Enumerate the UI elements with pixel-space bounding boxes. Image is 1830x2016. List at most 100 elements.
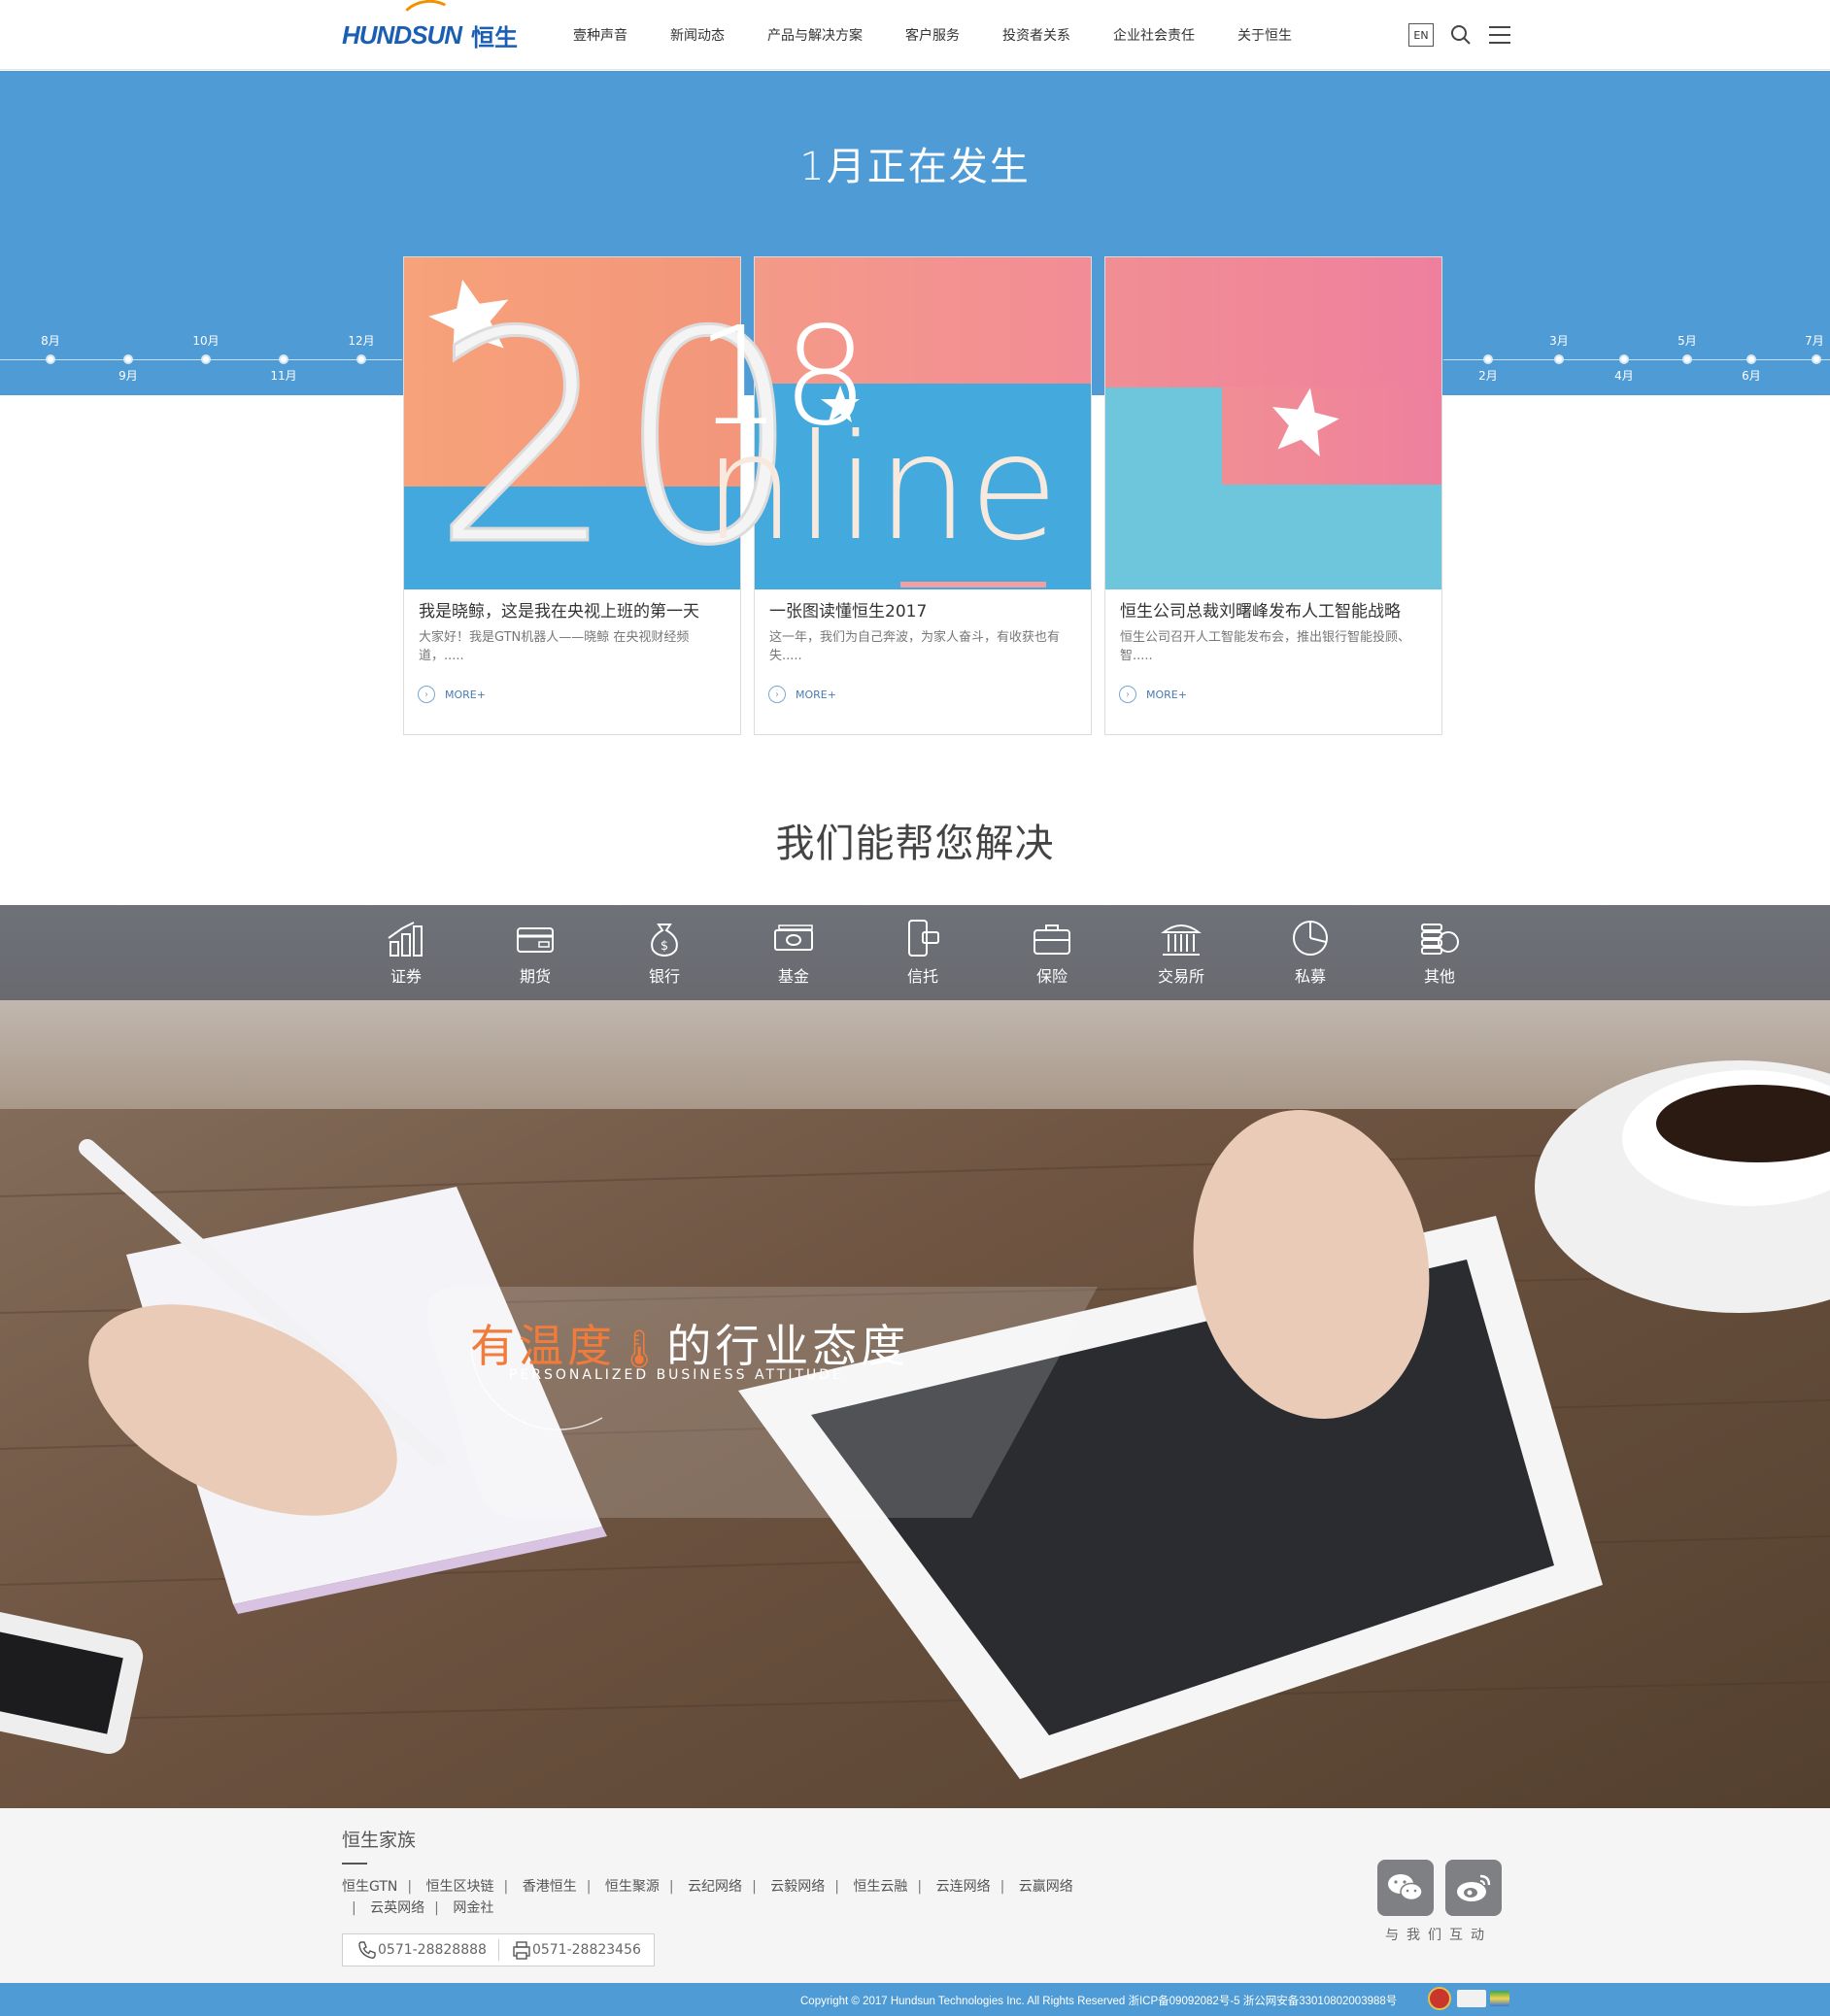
timeline-label[interactable]: 8月 xyxy=(31,332,70,349)
wechat-icon[interactable] xyxy=(1377,1860,1434,1916)
timeline-dot[interactable] xyxy=(123,354,133,364)
site-header: HUNDSUN 恒生 壹种声音 新闻动态 产品与解决方案 客户服务 投资者关系 … xyxy=(0,0,1830,70)
timeline-dot[interactable] xyxy=(1483,354,1493,364)
weibo-icon[interactable] xyxy=(1445,1860,1502,1916)
chevron-right-icon: › xyxy=(1119,686,1136,703)
timeline-dot[interactable] xyxy=(1554,354,1564,364)
family-link[interactable]: 恒生GTN xyxy=(342,1879,397,1895)
family-link[interactable]: 云赢网络 xyxy=(1019,1879,1073,1895)
family-link[interactable]: 恒生区块链 xyxy=(426,1879,494,1895)
news-card-desc: 大家好！我是GTN机器人——晓鲸 在央视财经频道，..... xyxy=(419,630,690,663)
menu-icon[interactable] xyxy=(1486,21,1513,49)
chevron-right-icon: › xyxy=(768,686,786,703)
chevron-right-icon: › xyxy=(418,686,435,703)
family-link[interactable]: 恒生聚源 xyxy=(605,1879,660,1895)
category-private-equity[interactable]: 私募 xyxy=(1271,917,1349,987)
more-label: MORE+ xyxy=(1146,688,1187,701)
news-card-title[interactable]: 我是晓鲸，这是我在央视上班的第一天 xyxy=(419,597,729,622)
timeline-dot[interactable] xyxy=(1682,354,1692,364)
timeline-label[interactable]: 6月 xyxy=(1732,367,1771,384)
family-link[interactable]: 云纪网络 xyxy=(688,1879,742,1895)
social-label: 与我们互动 xyxy=(1385,1928,1492,1943)
timeline-label[interactable]: 9月 xyxy=(109,367,148,384)
more-link[interactable]: › MORE+ xyxy=(1119,686,1187,703)
category-futures[interactable]: 期货 xyxy=(496,917,574,987)
main-nav: 壹种声音 新闻动态 产品与解决方案 客户服务 投资者关系 企业社会责任 关于恒生 xyxy=(573,0,1335,70)
news-card-desc: 恒生公司召开人工智能发布会，推出银行智能投顾、智..... xyxy=(1120,630,1411,663)
family-title: 恒生家族 xyxy=(342,1830,417,1851)
news-card[interactable]: 一张图读懂恒生2017 这一年，我们为自己奔波，为家人奋斗，有收获也有失....… xyxy=(754,256,1092,735)
timeline-label[interactable]: 5月 xyxy=(1668,332,1707,349)
timeline-dot[interactable] xyxy=(1746,354,1756,364)
family-link[interactable]: 云连网络 xyxy=(936,1879,991,1895)
timeline-label[interactable]: 11月 xyxy=(264,367,303,384)
news-card-image[interactable] xyxy=(404,257,740,589)
category-banking[interactable]: $ 银行 xyxy=(626,917,703,987)
news-card-title[interactable]: 恒生公司总裁刘曙峰发布人工智能战略 xyxy=(1120,597,1431,622)
more-link[interactable]: › MORE+ xyxy=(768,686,836,703)
category-exchange[interactable]: 交易所 xyxy=(1142,917,1220,987)
category-label: 其他 xyxy=(1423,967,1455,986)
nav-item-products[interactable]: 产品与解决方案 xyxy=(767,25,863,45)
category-other[interactable]: 其他 xyxy=(1401,917,1478,987)
hundsun-logo[interactable]: HUNDSUN 恒生 xyxy=(342,0,518,62)
more-link[interactable]: › MORE+ xyxy=(418,686,486,703)
nav-item-investors[interactable]: 投资者关系 xyxy=(1002,25,1070,45)
phone-number: 0571-28828888 xyxy=(378,1942,487,1958)
nav-item-voice[interactable]: 壹种声音 xyxy=(573,25,627,45)
category-label: 基金 xyxy=(777,967,809,986)
family-link[interactable]: 云毅网络 xyxy=(770,1879,825,1895)
family-link[interactable]: 网金社 xyxy=(453,1900,493,1916)
news-card-desc: 这一年，我们为自己奔波，为家人奋斗，有收获也有失..... xyxy=(769,630,1061,663)
timeline-label[interactable]: 3月 xyxy=(1540,332,1578,349)
more-label: MORE+ xyxy=(445,688,486,701)
news-card-image[interactable] xyxy=(1105,257,1441,589)
search-icon[interactable] xyxy=(1447,21,1474,49)
family-link[interactable]: 恒生云融 xyxy=(853,1879,907,1895)
cnzz-badge-icon[interactable] xyxy=(1457,1990,1486,2007)
hero-title: 1月正在发生 xyxy=(799,145,1031,189)
phone-contact[interactable]: 0571-28828888 xyxy=(343,1939,498,1961)
category-label: 期货 xyxy=(519,967,551,986)
timeline-dot[interactable] xyxy=(201,354,211,364)
timeline-dot[interactable] xyxy=(1812,354,1821,364)
timeline-label[interactable]: 4月 xyxy=(1605,367,1644,384)
category-label: 信托 xyxy=(906,967,938,986)
site-badge-icon[interactable] xyxy=(1490,1991,1509,2006)
timeline-label[interactable]: 2月 xyxy=(1469,367,1508,384)
timeline-label[interactable]: 7月 xyxy=(1795,332,1830,349)
nav-item-service[interactable]: 客户服务 xyxy=(905,25,960,45)
news-card-image[interactable] xyxy=(755,257,1091,589)
phone-icon xyxy=(358,1941,376,1959)
nav-item-news[interactable]: 新闻动态 xyxy=(670,25,725,45)
category-insurance[interactable]: 保险 xyxy=(1013,917,1091,987)
thermometer-icon: 🌡 xyxy=(616,1327,667,1370)
logo-chinese: 恒生 xyxy=(471,23,518,51)
language-toggle-button[interactable]: EN xyxy=(1408,23,1434,47)
header-tools: EN xyxy=(1408,21,1525,49)
police-badge-icon[interactable] xyxy=(1428,1987,1451,2010)
news-card[interactable]: 恒生公司总裁刘曙峰发布人工智能战略 恒生公司召开人工智能发布会，推出银行智能投顾… xyxy=(1104,256,1442,735)
nav-item-about[interactable]: 关于恒生 xyxy=(1237,25,1292,45)
timeline-dot[interactable] xyxy=(1619,354,1629,364)
category-trust[interactable]: 信托 xyxy=(884,917,962,987)
pie-chart-icon xyxy=(1293,921,1328,956)
nav-item-csr[interactable]: 企业社会责任 xyxy=(1113,25,1195,45)
category-label: 证券 xyxy=(390,967,422,986)
coins-icon xyxy=(1421,924,1459,955)
category-securities[interactable]: 证券 xyxy=(367,917,445,987)
family-link[interactable]: 香港恒生 xyxy=(523,1879,577,1895)
solutions-title: 我们能帮您解决 xyxy=(775,822,1055,866)
fax-contact[interactable]: 0571-28823456 xyxy=(497,1939,653,1961)
building-icon xyxy=(1161,924,1202,956)
timeline-label[interactable]: 12月 xyxy=(342,332,381,349)
family-link[interactable]: 云英网络 xyxy=(370,1900,424,1916)
category-funds[interactable]: 基金 xyxy=(755,917,832,987)
timeline-dot[interactable] xyxy=(279,354,288,364)
timeline-dot[interactable] xyxy=(46,354,55,364)
timeline-label[interactable]: 10月 xyxy=(186,332,225,349)
news-card-title[interactable]: 一张图读懂恒生2017 xyxy=(769,597,1080,622)
category-label: 保险 xyxy=(1035,967,1068,986)
news-card[interactable]: 我是晓鲸，这是我在央视上班的第一天 大家好！我是GTN机器人——晓鲸 在央视财经… xyxy=(403,256,741,735)
timeline-dot[interactable] xyxy=(356,354,366,364)
